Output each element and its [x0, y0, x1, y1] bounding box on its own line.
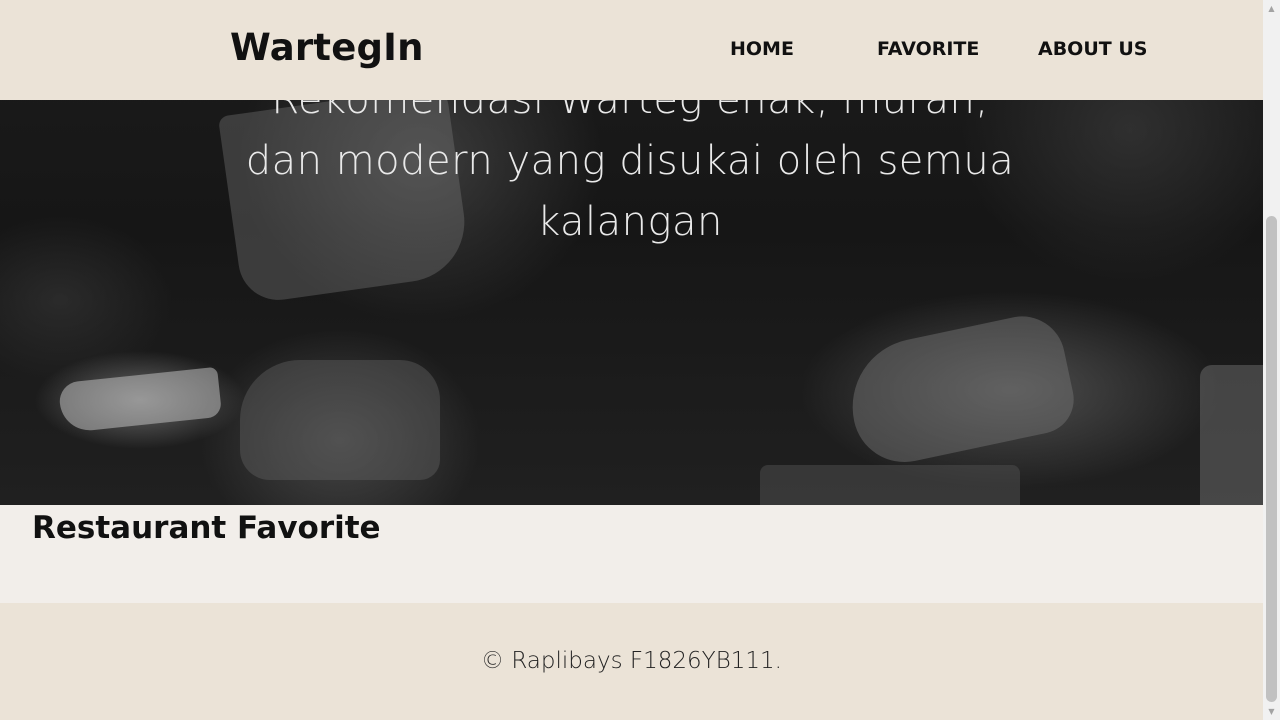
site-logo[interactable]: WartegIn [230, 26, 424, 69]
nav-favorite[interactable]: FAVORITE [877, 38, 979, 60]
hero-photo-arm-right [839, 308, 1081, 472]
page: Rekomendasi Warteg enak, murah, dan mode… [0, 0, 1263, 720]
site-header: WartegIn HOME FAVORITE ABOUT US [0, 0, 1263, 100]
footer-copyright: © Raplibays F1826YB111. [481, 648, 782, 674]
arrow-up-icon[interactable]: ▲ [1263, 0, 1280, 17]
hero-photo-tray [760, 465, 1020, 505]
arrow-down-icon[interactable]: ▼ [1263, 703, 1280, 720]
hero-photo-hand-left [57, 366, 223, 434]
nav-about-us[interactable]: ABOUT US [1038, 38, 1147, 60]
hero-photo-arm-center [240, 360, 440, 480]
hero-photo-glass [1200, 365, 1263, 505]
page-scrollbar[interactable]: ▲ ▼ [1263, 0, 1280, 720]
favorite-section-title: Restaurant Favorite [32, 510, 381, 546]
scrollbar-thumb[interactable] [1266, 216, 1277, 702]
nav-home[interactable]: HOME [730, 38, 794, 60]
favorite-section: Restaurant Favorite [0, 505, 1263, 603]
site-footer: © Raplibays F1826YB111. [0, 603, 1263, 720]
